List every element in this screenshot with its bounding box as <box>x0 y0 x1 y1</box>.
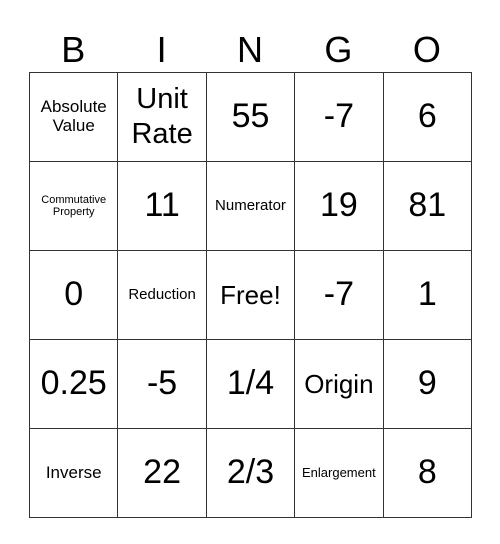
header-letter-i: I <box>156 29 167 70</box>
bingo-cell[interactable]: -7 <box>294 72 384 162</box>
bingo-cell[interactable]: 1 <box>382 250 473 340</box>
bingo-row: 0 Reduction Free! -7 1 <box>28 250 473 340</box>
bingo-cell[interactable]: Absolute Value <box>28 72 119 162</box>
bingo-cell[interactable]: Commutative Property <box>28 161 119 251</box>
bingo-cell[interactable]: 0 <box>28 250 119 340</box>
bingo-cell[interactable]: Enlargement <box>294 428 384 518</box>
bingo-cell[interactable]: 0.25 <box>28 339 119 429</box>
bingo-header: B I N G O <box>29 28 471 72</box>
bingo-cell[interactable]: 19 <box>294 161 384 251</box>
bingo-cell[interactable]: Inverse <box>28 428 119 518</box>
bingo-row: Commutative Property 11 Numerator 19 81 <box>28 161 473 251</box>
bingo-cell[interactable]: 22 <box>117 428 207 518</box>
header-letter-n: N <box>237 29 264 70</box>
bingo-cell[interactable]: 1/4 <box>205 339 296 429</box>
header-letter-b: B <box>61 29 86 70</box>
header-letter-g: G <box>324 29 353 70</box>
bingo-card: Absolute Value Unit Rate 55 -7 6 Commutative … <box>28 72 473 518</box>
bingo-row: Absolute Value Unit Rate 55 -7 6 <box>28 72 473 162</box>
bingo-cell[interactable]: 81 <box>382 161 473 251</box>
bingo-cell[interactable]: Free! <box>205 250 296 340</box>
bingo-row: 0.25 -5 1/4 Origin 9 <box>28 339 473 429</box>
bingo-cell[interactable]: 8 <box>382 428 473 518</box>
header-letter-o: O <box>412 29 441 70</box>
bingo-cell[interactable]: 6 <box>382 72 473 162</box>
bingo-cell[interactable]: 55 <box>205 72 296 162</box>
bingo-cell[interactable]: 9 <box>382 339 473 429</box>
bingo-cell[interactable]: Unit Rate <box>117 72 207 162</box>
bingo-row: Inverse 22 2/3 Enlargement 8 <box>28 428 473 518</box>
bingo-cell[interactable]: 11 <box>117 161 207 251</box>
bingo-cell[interactable]: Origin <box>294 339 384 429</box>
bingo-cell[interactable]: -5 <box>117 339 207 429</box>
bingo-cell[interactable]: 2/3 <box>205 428 296 518</box>
bingo-cell[interactable]: Numerator <box>205 161 296 251</box>
bingo-cell[interactable]: Reduction <box>117 250 207 340</box>
bingo-cell[interactable]: -7 <box>294 250 384 340</box>
